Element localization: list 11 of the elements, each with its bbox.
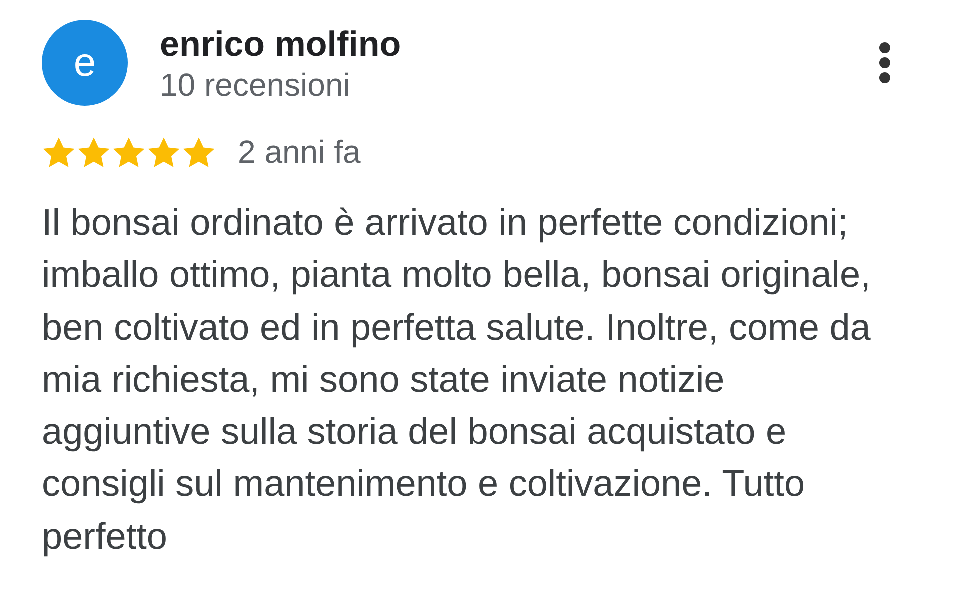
review-date: 2 anni fa (238, 134, 361, 171)
author-name: enrico molfino (160, 25, 402, 65)
review-text: Il bonsai ordinato è arrivato in perfette condizioni; imballo ottimo, pianta molto bella, bonsai originale, ben coltivato ed in perfetta salute. Inoltre, come da mia richiesta, mi sono state inviate notizie aggiuntive sulla storia del bonsai acquistato e consigli sul mantenimento e coltivazione. Tutto perfetto (42, 201, 872, 559)
more-options-icon[interactable] (877, 42, 893, 84)
star-icon (77, 136, 111, 168)
avatar: e (42, 20, 128, 106)
star-icon (147, 136, 181, 168)
star-icon (182, 136, 216, 168)
star-icon (112, 136, 146, 168)
review-count: 10 recensioni (160, 67, 352, 103)
star-icon (42, 136, 76, 168)
